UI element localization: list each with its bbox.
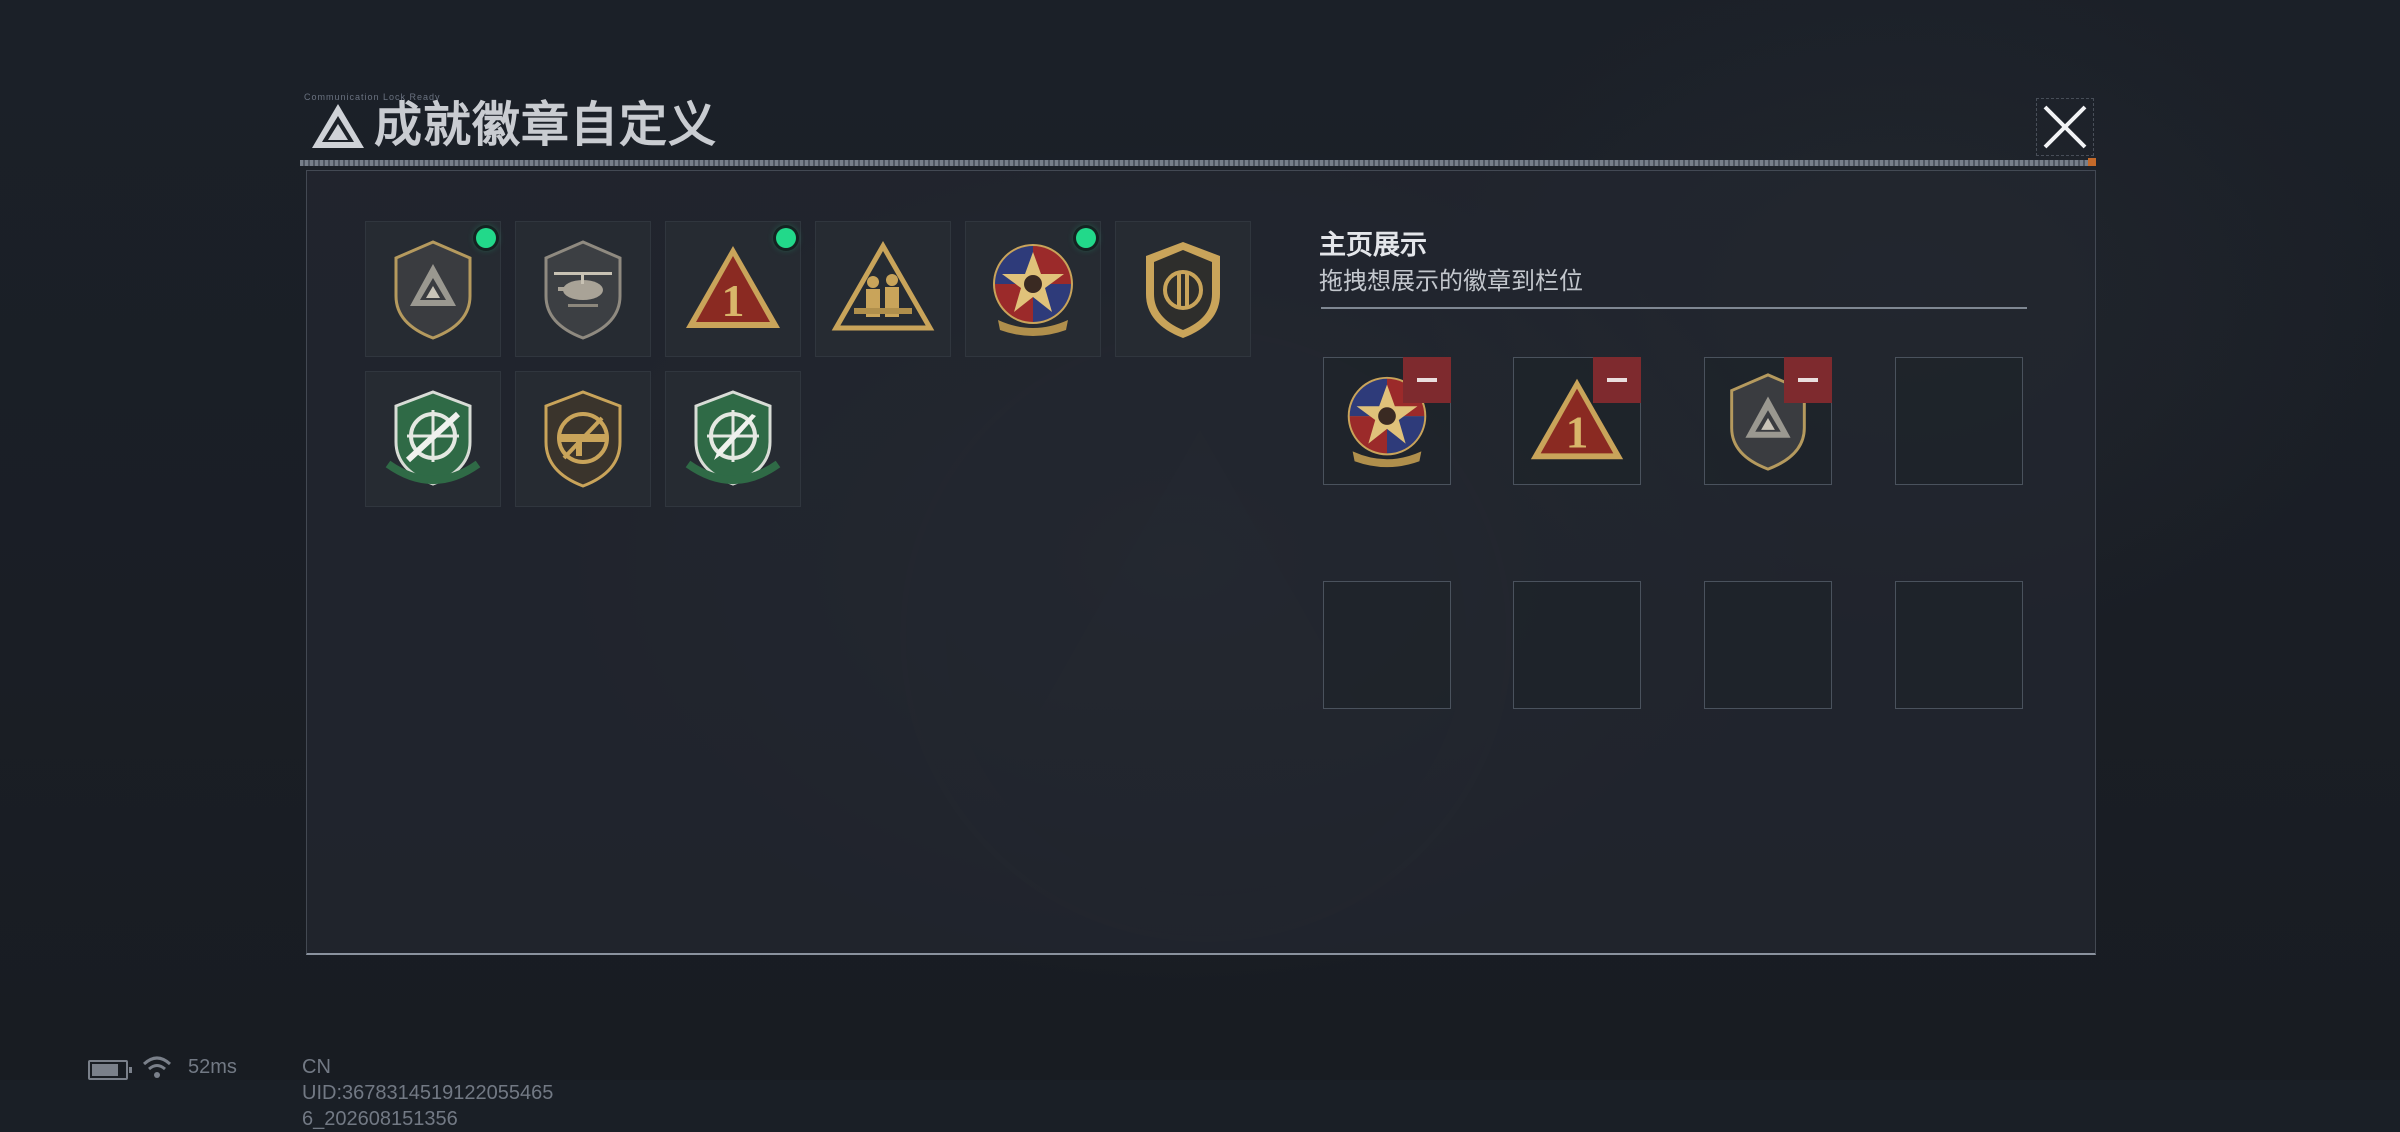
showcase-slot-empty[interactable] (1895, 357, 2023, 485)
helicopter-shield-badge-icon (544, 240, 622, 340)
red-triangle-number-one-badge-icon: 1 (686, 246, 780, 328)
showcase-slot-empty[interactable] (1323, 581, 1451, 709)
badge-item[interactable] (1115, 221, 1251, 357)
new-indicator-dot (1076, 228, 1096, 248)
triangle-logo-icon (312, 104, 364, 148)
badge-item[interactable] (365, 371, 501, 507)
badge-item[interactable] (965, 221, 1101, 357)
showcase-hint: 拖拽想展示的徽章到栏位 (1319, 268, 1583, 295)
svg-text:1: 1 (1566, 408, 1589, 458)
badge-item[interactable] (515, 371, 651, 507)
green-sniper-rifle-badge-icon (385, 390, 481, 486)
showcase-slot[interactable] (1323, 357, 1451, 485)
title-divider-accent (2088, 158, 2096, 166)
showcase-slot-empty[interactable] (1704, 581, 1832, 709)
showcase-slot[interactable] (1704, 357, 1832, 485)
badge-item[interactable]: 1 (665, 221, 801, 357)
showcase-heading: 主页展示 (1319, 230, 1427, 260)
remove-badge-button[interactable] (1593, 357, 1641, 403)
title-divider (300, 160, 2095, 166)
badge-item[interactable] (515, 221, 651, 357)
title-bar: Communication Lock Ready 成就徽章自定义 (300, 92, 2100, 158)
badge-customize-panel: 1 主页展示 拖拽想展示的徽章到栏位 1 (306, 170, 2096, 955)
badge-item[interactable] (665, 371, 801, 507)
star-medal-badge-icon (993, 244, 1073, 336)
soldiers-triangle-badge-icon (831, 240, 935, 331)
uid-text: CN UID:3678314519122055465​6_20260815135… (302, 1056, 554, 1130)
badge-item[interactable] (815, 221, 951, 357)
showcase-divider (1321, 307, 2027, 309)
new-indicator-dot (476, 228, 496, 248)
svg-text:1: 1 (722, 275, 745, 326)
remove-badge-button[interactable] (1784, 357, 1832, 403)
remove-badge-button[interactable] (1403, 357, 1451, 403)
close-icon (2043, 105, 2087, 149)
close-button[interactable] (2036, 98, 2094, 156)
page-title: 成就徽章自定义 (374, 99, 718, 152)
new-indicator-dot (776, 228, 796, 248)
badge-item[interactable] (365, 221, 501, 357)
ping-text: 52ms (188, 1056, 237, 1078)
green-knife-badge-icon (685, 390, 781, 486)
gray-shield-triangle-badge-icon (394, 240, 472, 340)
wifi-icon (142, 1056, 172, 1078)
battery-icon (88, 1060, 132, 1080)
showcase-slot[interactable]: 1 (1513, 357, 1641, 485)
bronze-smg-badge-icon (544, 390, 622, 488)
showcase-slot-empty[interactable] (1513, 581, 1641, 709)
showcase-slot-empty[interactable] (1895, 581, 2023, 709)
gold-shield-emblem-badge-icon (1146, 242, 1220, 338)
